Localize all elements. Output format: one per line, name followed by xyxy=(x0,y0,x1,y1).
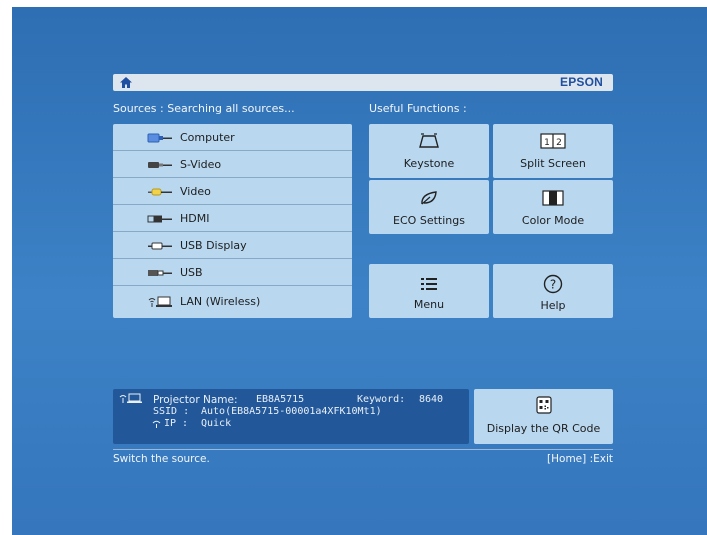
ip-value: Quick xyxy=(201,418,232,429)
help-label: Help xyxy=(540,299,566,312)
keyword-value: 8640 xyxy=(419,394,444,405)
source-label: LAN (Wireless) xyxy=(180,295,261,308)
source-label: USB Display xyxy=(180,239,247,252)
exit-hint: [Home] :Exit xyxy=(547,453,613,465)
source-label: HDMI xyxy=(180,212,210,225)
source-label: Video xyxy=(180,185,211,198)
usb-port-icon xyxy=(148,270,172,276)
split-screen-button[interactable]: 1 2 Split Screen xyxy=(493,124,613,178)
svg-text:2: 2 xyxy=(556,138,562,148)
keystone-icon xyxy=(419,133,439,148)
display-qr-code-label: Display the QR Code xyxy=(486,422,601,435)
projector-home-screen: EPSON Sources : Searching all sources...… xyxy=(12,7,707,535)
ip-label: IP : xyxy=(164,418,189,429)
hdmi-port-icon xyxy=(147,215,172,223)
top-bar: EPSON xyxy=(113,74,613,91)
source-item-lan-wireless[interactable]: LAN (Wireless) xyxy=(113,286,352,318)
source-label: USB xyxy=(180,266,203,279)
useful-functions-heading: Useful Functions : xyxy=(369,102,467,115)
keyword-label: Keyword: xyxy=(357,394,406,405)
wifi-icon xyxy=(152,420,161,428)
menu-label: Menu xyxy=(413,298,445,311)
status-hint: Switch the source. xyxy=(113,453,210,465)
ssid-label: SSID : xyxy=(153,406,190,417)
brand-logo: EPSON xyxy=(559,75,603,89)
computer-port-icon xyxy=(147,133,172,143)
menu-button[interactable]: Menu xyxy=(369,264,489,318)
svg-text:?: ? xyxy=(550,278,556,292)
eco-settings-button[interactable]: ECO Settings xyxy=(369,180,489,234)
color-mode-button[interactable]: Color Mode xyxy=(493,180,613,234)
status-divider xyxy=(113,449,613,450)
source-item-s-video[interactable]: S-Video xyxy=(113,151,352,178)
keystone-label: Keystone xyxy=(403,157,455,170)
source-label: Computer xyxy=(180,131,235,144)
ssid-value: Auto(EB8A5715-00001a4XFK10Mt1) xyxy=(201,406,382,417)
source-item-usb[interactable]: USB xyxy=(113,259,352,286)
split-screen-icon: 1 2 xyxy=(540,133,566,149)
help-icon: ? xyxy=(543,274,563,294)
wireless-lan-icon xyxy=(119,393,142,403)
source-item-computer[interactable]: Computer xyxy=(113,124,352,151)
usb-display-port-icon xyxy=(148,242,172,250)
video-port-icon xyxy=(148,188,172,196)
source-label: S-Video xyxy=(180,158,222,171)
source-item-hdmi[interactable]: HDMI xyxy=(113,205,352,232)
keystone-button[interactable]: Keystone xyxy=(369,124,489,178)
wireless-lan-icon xyxy=(148,296,172,307)
menu-icon xyxy=(421,278,437,290)
network-info-panel: Projector Name: EB8A5715 Keyword: 8640 S… xyxy=(113,389,469,444)
svideo-port-icon xyxy=(148,162,172,168)
projector-name-label: Projector Name: xyxy=(153,394,238,406)
qr-code-icon xyxy=(535,396,552,414)
source-item-usb-display[interactable]: USB Display xyxy=(113,232,352,259)
svg-text:1: 1 xyxy=(544,138,550,148)
sources-list: Computer S-Video Video HDMI USB Display … xyxy=(113,124,352,318)
split-screen-label: Split Screen xyxy=(520,157,586,170)
source-item-video[interactable]: Video xyxy=(113,178,352,205)
home-icon[interactable] xyxy=(119,76,133,89)
display-qr-code-button[interactable]: Display the QR Code xyxy=(474,389,613,444)
projector-name-value: EB8A5715 xyxy=(256,394,305,405)
color-mode-label: Color Mode xyxy=(521,214,585,227)
eco-settings-label: ECO Settings xyxy=(393,214,465,227)
sources-heading: Sources : Searching all sources... xyxy=(113,102,295,115)
color-mode-icon xyxy=(542,190,564,206)
help-button[interactable]: ? Help xyxy=(493,264,613,318)
leaf-icon xyxy=(421,191,437,205)
